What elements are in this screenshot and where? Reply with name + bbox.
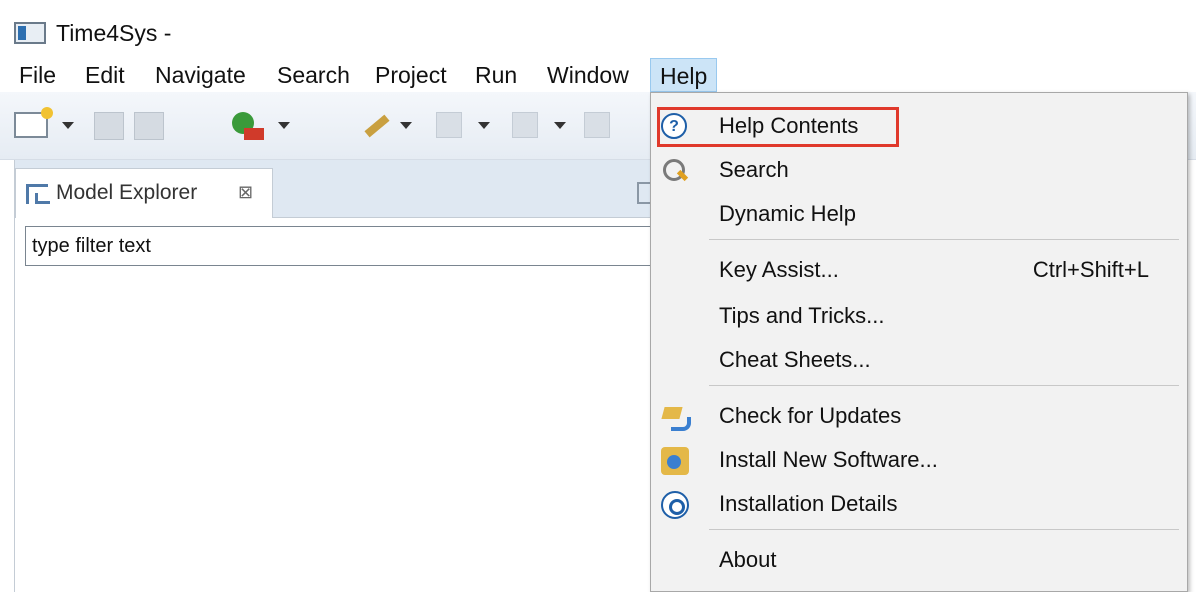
external-tools-icon[interactable] bbox=[360, 112, 390, 142]
menu-file[interactable]: File bbox=[10, 58, 65, 92]
view-header: Model Explorer ⊠ bbox=[15, 160, 651, 218]
model-explorer-view: Model Explorer ⊠ bbox=[14, 160, 665, 592]
menu-item-label: Tips and Tricks... bbox=[719, 303, 885, 328]
help-dropdown-menu: ? Help Contents Search Dynamic Help Key … bbox=[650, 92, 1188, 592]
menu-item-label: Key Assist... bbox=[719, 257, 839, 282]
details-icon bbox=[661, 491, 689, 519]
close-icon[interactable]: ⊠ bbox=[238, 182, 253, 203]
menu-bar: File Edit Navigate Search Project Run Wi… bbox=[0, 58, 1196, 92]
filter-input[interactable] bbox=[25, 226, 665, 266]
menu-item-installation-details[interactable]: Installation Details bbox=[651, 483, 1187, 527]
menu-item-label: Install New Software... bbox=[719, 447, 938, 472]
menu-run[interactable]: Run bbox=[466, 58, 526, 92]
back-icon[interactable] bbox=[584, 112, 610, 138]
menu-window[interactable]: Window bbox=[538, 58, 638, 92]
title-bar: Time4Sys - bbox=[0, 0, 1196, 58]
menu-item-label: About bbox=[719, 547, 777, 572]
menu-item-install-new-software[interactable]: Install New Software... bbox=[651, 439, 1187, 483]
menu-item-help-contents[interactable]: ? Help Contents bbox=[651, 105, 1187, 149]
menu-item-search[interactable]: Search bbox=[651, 149, 1187, 193]
save-icon[interactable] bbox=[94, 112, 124, 140]
search-icon bbox=[661, 157, 689, 185]
menu-item-tips-and-tricks[interactable]: Tips and Tricks... bbox=[651, 295, 1187, 339]
menu-separator bbox=[709, 385, 1179, 386]
menu-item-label: Cheat Sheets... bbox=[719, 347, 871, 372]
menu-project[interactable]: Project bbox=[366, 58, 456, 92]
menu-item-check-for-updates[interactable]: Check for Updates bbox=[651, 395, 1187, 439]
view-tab-label: Model Explorer bbox=[56, 181, 198, 204]
menu-item-about[interactable]: About bbox=[651, 539, 1187, 583]
run-icon[interactable] bbox=[232, 112, 266, 142]
menu-item-label: Search bbox=[719, 157, 789, 182]
menu-item-shortcut: Ctrl+Shift+L bbox=[1032, 257, 1149, 282]
app-icon bbox=[14, 22, 46, 44]
help-icon: ? bbox=[661, 113, 687, 139]
tab-model-explorer[interactable]: Model Explorer ⊠ bbox=[15, 168, 273, 218]
menu-item-label: Installation Details bbox=[719, 491, 898, 516]
install-icon bbox=[661, 447, 689, 475]
model-explorer-icon bbox=[26, 184, 50, 204]
previous-annotation-dropdown-icon[interactable] bbox=[554, 122, 566, 129]
new-dropdown-icon[interactable] bbox=[62, 122, 74, 129]
menu-item-cheat-sheets[interactable]: Cheat Sheets... bbox=[651, 339, 1187, 383]
menu-navigate[interactable]: Navigate bbox=[146, 58, 255, 92]
previous-annotation-icon[interactable] bbox=[512, 112, 538, 138]
next-annotation-dropdown-icon[interactable] bbox=[478, 122, 490, 129]
external-tools-dropdown-icon[interactable] bbox=[400, 122, 412, 129]
next-annotation-icon[interactable] bbox=[436, 112, 462, 138]
view-menu-icon[interactable] bbox=[637, 182, 651, 204]
menu-item-label: Check for Updates bbox=[719, 403, 902, 428]
menu-help[interactable]: Help bbox=[650, 58, 718, 92]
save-all-icon[interactable] bbox=[134, 112, 164, 140]
menu-item-label: Dynamic Help bbox=[719, 201, 856, 226]
update-icon bbox=[661, 403, 691, 431]
menu-item-dynamic-help[interactable]: Dynamic Help bbox=[651, 193, 1187, 237]
run-dropdown-icon[interactable] bbox=[278, 122, 290, 129]
menu-separator bbox=[709, 239, 1179, 240]
menu-edit[interactable]: Edit bbox=[76, 58, 134, 92]
menu-item-label: Help Contents bbox=[719, 113, 859, 138]
window-title: Time4Sys - bbox=[56, 20, 172, 46]
menu-search[interactable]: Search bbox=[268, 58, 359, 92]
menu-separator bbox=[709, 529, 1179, 530]
new-icon[interactable] bbox=[14, 107, 53, 138]
menu-item-key-assist[interactable]: Key Assist... Ctrl+Shift+L bbox=[651, 249, 1187, 293]
